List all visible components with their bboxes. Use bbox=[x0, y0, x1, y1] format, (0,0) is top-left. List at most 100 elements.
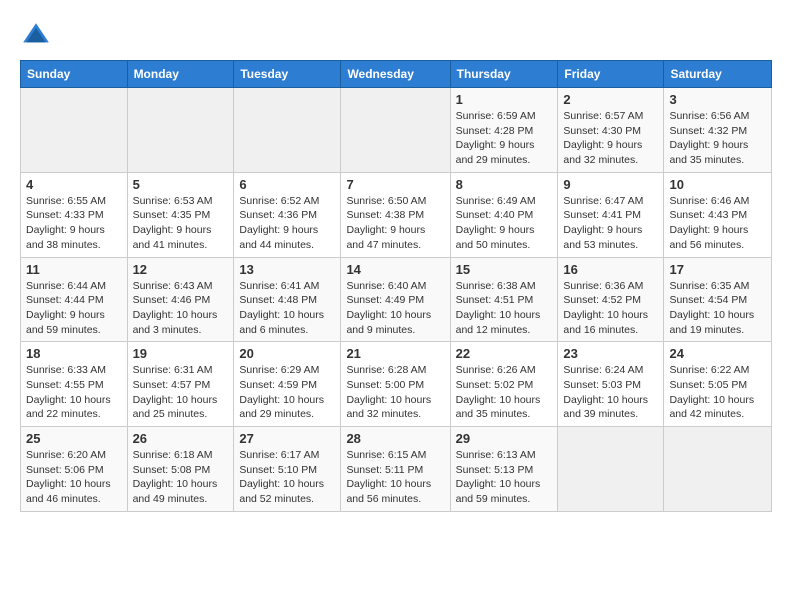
calendar-cell: 6 Sunrise: 6:52 AM Sunset: 4:36 PM Daylig… bbox=[234, 172, 341, 257]
day-number: 1 bbox=[456, 92, 553, 107]
day-info: Sunrise: 6:31 AM Sunset: 4:57 PM Dayligh… bbox=[133, 363, 229, 422]
day-info: Sunrise: 6:52 AM Sunset: 4:36 PM Dayligh… bbox=[239, 194, 335, 253]
day-info: Sunrise: 6:18 AM Sunset: 5:08 PM Dayligh… bbox=[133, 448, 229, 507]
weekday-header: Tuesday bbox=[234, 61, 341, 88]
calendar-cell: 23 Sunrise: 6:24 AM Sunset: 5:03 PM Dayli… bbox=[558, 342, 664, 427]
day-number: 3 bbox=[669, 92, 766, 107]
calendar-cell: 11 Sunrise: 6:44 AM Sunset: 4:44 PM Dayli… bbox=[21, 257, 128, 342]
header-row: SundayMondayTuesdayWednesdayThursdayFrid… bbox=[21, 61, 772, 88]
calendar-cell: 20 Sunrise: 6:29 AM Sunset: 4:59 PM Dayli… bbox=[234, 342, 341, 427]
weekday-header: Thursday bbox=[450, 61, 558, 88]
calendar-cell: 16Sunrise: 6:36 AM Sunset: 4:52 PM Dayli… bbox=[558, 257, 664, 342]
day-number: 24 bbox=[669, 346, 766, 361]
calendar-cell: 24 Sunrise: 6:22 AM Sunset: 5:05 PM Dayli… bbox=[664, 342, 772, 427]
calendar-cell: 25Sunrise: 6:20 AM Sunset: 5:06 PM Dayli… bbox=[21, 427, 128, 512]
calendar-cell: 27Sunrise: 6:17 AM Sunset: 5:10 PM Dayli… bbox=[234, 427, 341, 512]
day-info: Sunrise: 6:49 AM Sunset: 4:40 PM Dayligh… bbox=[456, 194, 553, 253]
day-number: 16 bbox=[563, 262, 658, 277]
day-number: 17 bbox=[669, 262, 766, 277]
day-info: Sunrise: 6:15 AM Sunset: 5:11 PM Dayligh… bbox=[346, 448, 444, 507]
weekday-header: Monday bbox=[127, 61, 234, 88]
calendar-cell: 21 Sunrise: 6:28 AM Sunset: 5:00 PM Dayli… bbox=[341, 342, 450, 427]
calendar-cell: 14Sunrise: 6:40 AM Sunset: 4:49 PM Dayli… bbox=[341, 257, 450, 342]
calendar-header: SundayMondayTuesdayWednesdayThursdayFrid… bbox=[21, 61, 772, 88]
calendar-table: SundayMondayTuesdayWednesdayThursdayFrid… bbox=[20, 60, 772, 512]
day-info: Sunrise: 6:35 AM Sunset: 4:54 PM Dayligh… bbox=[669, 279, 766, 338]
calendar-cell: 29 Sunrise: 6:13 AM Sunset: 5:13 PM Dayli… bbox=[450, 427, 558, 512]
header bbox=[20, 16, 772, 52]
calendar-cell: 28 Sunrise: 6:15 AM Sunset: 5:11 PM Dayli… bbox=[341, 427, 450, 512]
day-info: Sunrise: 6:57 AM Sunset: 4:30 PM Dayligh… bbox=[563, 109, 658, 168]
calendar-cell: 22Sunrise: 6:26 AM Sunset: 5:02 PM Dayli… bbox=[450, 342, 558, 427]
weekday-header: Saturday bbox=[664, 61, 772, 88]
calendar-cell bbox=[127, 88, 234, 173]
calendar-cell: 10 Sunrise: 6:46 AM Sunset: 4:43 PM Dayli… bbox=[664, 172, 772, 257]
day-number: 22 bbox=[456, 346, 553, 361]
day-info: Sunrise: 6:53 AM Sunset: 4:35 PM Dayligh… bbox=[133, 194, 229, 253]
day-info: Sunrise: 6:47 AM Sunset: 4:41 PM Dayligh… bbox=[563, 194, 658, 253]
calendar-cell: 18Sunrise: 6:33 AM Sunset: 4:55 PM Dayli… bbox=[21, 342, 128, 427]
calendar-week-row: 1 Sunrise: 6:59 AM Sunset: 4:28 PM Daylig… bbox=[21, 88, 772, 173]
calendar-cell bbox=[21, 88, 128, 173]
calendar-cell: 3 Sunrise: 6:56 AM Sunset: 4:32 PM Daylig… bbox=[664, 88, 772, 173]
calendar-week-row: 18Sunrise: 6:33 AM Sunset: 4:55 PM Dayli… bbox=[21, 342, 772, 427]
calendar-cell: 8 Sunrise: 6:49 AM Sunset: 4:40 PM Daylig… bbox=[450, 172, 558, 257]
day-info: Sunrise: 6:44 AM Sunset: 4:44 PM Dayligh… bbox=[26, 279, 122, 338]
day-number: 13 bbox=[239, 262, 335, 277]
calendar-cell: 15 Sunrise: 6:38 AM Sunset: 4:51 PM Dayli… bbox=[450, 257, 558, 342]
calendar-cell bbox=[341, 88, 450, 173]
day-info: Sunrise: 6:50 AM Sunset: 4:38 PM Dayligh… bbox=[346, 194, 444, 253]
day-number: 6 bbox=[239, 177, 335, 192]
day-info: Sunrise: 6:43 AM Sunset: 4:46 PM Dayligh… bbox=[133, 279, 229, 338]
calendar-cell: 2 Sunrise: 6:57 AM Sunset: 4:30 PM Daylig… bbox=[558, 88, 664, 173]
day-info: Sunrise: 6:13 AM Sunset: 5:13 PM Dayligh… bbox=[456, 448, 553, 507]
calendar-cell: 7Sunrise: 6:50 AM Sunset: 4:38 PM Daylig… bbox=[341, 172, 450, 257]
calendar-week-row: 25Sunrise: 6:20 AM Sunset: 5:06 PM Dayli… bbox=[21, 427, 772, 512]
calendar-cell: 9 Sunrise: 6:47 AM Sunset: 4:41 PM Daylig… bbox=[558, 172, 664, 257]
calendar-week-row: 4Sunrise: 6:55 AM Sunset: 4:33 PM Daylig… bbox=[21, 172, 772, 257]
day-number: 28 bbox=[346, 431, 444, 446]
day-info: Sunrise: 6:46 AM Sunset: 4:43 PM Dayligh… bbox=[669, 194, 766, 253]
weekday-header: Friday bbox=[558, 61, 664, 88]
calendar-cell: 13 Sunrise: 6:41 AM Sunset: 4:48 PM Dayli… bbox=[234, 257, 341, 342]
weekday-header: Sunday bbox=[21, 61, 128, 88]
calendar-cell: 17 Sunrise: 6:35 AM Sunset: 4:54 PM Dayli… bbox=[664, 257, 772, 342]
weekday-header: Wednesday bbox=[341, 61, 450, 88]
day-number: 21 bbox=[346, 346, 444, 361]
day-number: 4 bbox=[26, 177, 122, 192]
day-number: 26 bbox=[133, 431, 229, 446]
day-number: 10 bbox=[669, 177, 766, 192]
calendar-cell: 12 Sunrise: 6:43 AM Sunset: 4:46 PM Dayli… bbox=[127, 257, 234, 342]
day-number: 9 bbox=[563, 177, 658, 192]
day-number: 23 bbox=[563, 346, 658, 361]
day-info: Sunrise: 6:24 AM Sunset: 5:03 PM Dayligh… bbox=[563, 363, 658, 422]
logo-icon bbox=[20, 20, 52, 52]
day-number: 5 bbox=[133, 177, 229, 192]
day-number: 20 bbox=[239, 346, 335, 361]
calendar-body: 1 Sunrise: 6:59 AM Sunset: 4:28 PM Daylig… bbox=[21, 88, 772, 512]
day-number: 8 bbox=[456, 177, 553, 192]
day-number: 29 bbox=[456, 431, 553, 446]
logo bbox=[20, 20, 56, 52]
day-number: 27 bbox=[239, 431, 335, 446]
day-info: Sunrise: 6:59 AM Sunset: 4:28 PM Dayligh… bbox=[456, 109, 553, 168]
day-info: Sunrise: 6:41 AM Sunset: 4:48 PM Dayligh… bbox=[239, 279, 335, 338]
calendar-cell: 19 Sunrise: 6:31 AM Sunset: 4:57 PM Dayli… bbox=[127, 342, 234, 427]
day-info: Sunrise: 6:38 AM Sunset: 4:51 PM Dayligh… bbox=[456, 279, 553, 338]
calendar-cell: 4Sunrise: 6:55 AM Sunset: 4:33 PM Daylig… bbox=[21, 172, 128, 257]
day-info: Sunrise: 6:28 AM Sunset: 5:00 PM Dayligh… bbox=[346, 363, 444, 422]
day-number: 2 bbox=[563, 92, 658, 107]
calendar-week-row: 11 Sunrise: 6:44 AM Sunset: 4:44 PM Dayli… bbox=[21, 257, 772, 342]
calendar-cell: 5 Sunrise: 6:53 AM Sunset: 4:35 PM Daylig… bbox=[127, 172, 234, 257]
calendar-cell bbox=[664, 427, 772, 512]
day-info: Sunrise: 6:22 AM Sunset: 5:05 PM Dayligh… bbox=[669, 363, 766, 422]
day-number: 25 bbox=[26, 431, 122, 446]
day-number: 15 bbox=[456, 262, 553, 277]
calendar-cell bbox=[234, 88, 341, 173]
day-number: 11 bbox=[26, 262, 122, 277]
day-number: 12 bbox=[133, 262, 229, 277]
day-info: Sunrise: 6:29 AM Sunset: 4:59 PM Dayligh… bbox=[239, 363, 335, 422]
day-number: 18 bbox=[26, 346, 122, 361]
day-number: 19 bbox=[133, 346, 229, 361]
day-info: Sunrise: 6:56 AM Sunset: 4:32 PM Dayligh… bbox=[669, 109, 766, 168]
